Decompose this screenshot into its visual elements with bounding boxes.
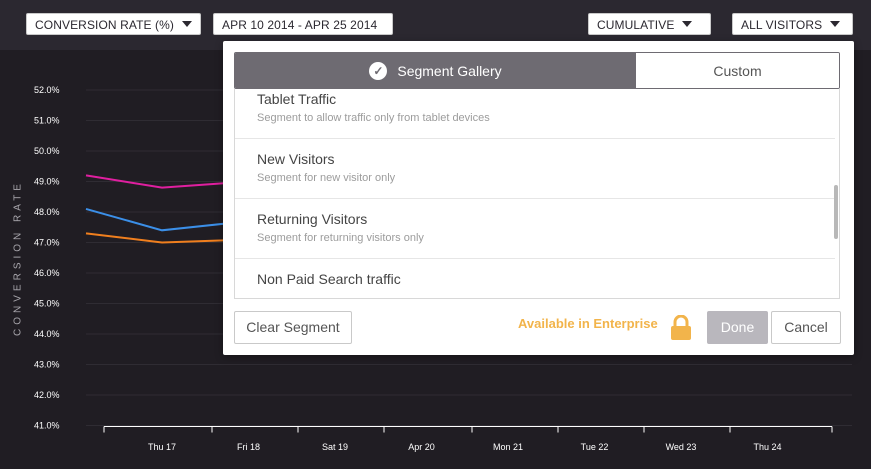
x-tick-label: Thu 24 — [753, 442, 781, 452]
x-tick-label: Thu 17 — [148, 442, 176, 452]
tab-custom[interactable]: Custom — [636, 53, 839, 88]
tab-segment-gallery[interactable]: ✓ Segment Gallery — [235, 53, 636, 88]
segment-item-returning-visitors[interactable]: Returning Visitors Segment for returning… — [235, 199, 835, 259]
y-tick-label: 46.0% — [34, 268, 60, 278]
y-tick-label: 42.0% — [34, 390, 60, 400]
x-tick-label: Fri 18 — [237, 442, 260, 452]
segment-item-new-visitors[interactable]: New Visitors Segment for new visitor onl… — [235, 139, 835, 199]
x-tick-label: Sat 19 — [322, 442, 348, 452]
y-tick-label: 50.0% — [34, 146, 60, 156]
segment-list-scrollbar[interactable] — [834, 185, 838, 239]
segment-item-non-paid-search[interactable]: Non Paid Search traffic — [235, 259, 835, 298]
tab-segment-gallery-label: Segment Gallery — [397, 62, 502, 79]
segment-description: Segment for returning visitors only — [257, 232, 424, 244]
clear-segment-button[interactable]: Clear Segment — [234, 311, 352, 344]
y-tick-label: 52.0% — [34, 85, 60, 95]
cancel-label: Cancel — [784, 319, 828, 335]
x-tick-label: Tue 22 — [581, 442, 609, 452]
lock-icon — [671, 315, 691, 340]
y-tick-label: 43.0% — [34, 360, 60, 370]
segment-title: New Visitors — [257, 151, 335, 167]
y-tick-label: 45.0% — [34, 299, 60, 309]
done-button[interactable]: Done — [707, 311, 768, 344]
tab-custom-label: Custom — [713, 62, 762, 79]
enterprise-notice: Available in Enterprise — [518, 316, 658, 331]
done-label: Done — [720, 319, 755, 335]
y-tick-label: 44.0% — [34, 329, 60, 339]
y-tick-label: 49.0% — [34, 177, 60, 187]
segment-modal: ✓ Segment Gallery Custom Tablet Traffic … — [223, 41, 854, 355]
x-tick-label: Apr 20 — [408, 442, 435, 452]
segment-item-tablet-traffic[interactable]: Tablet Traffic Segment to allow traffic … — [235, 89, 835, 139]
y-tick-label: 41.0% — [34, 421, 60, 431]
segment-list[interactable]: Tablet Traffic Segment to allow traffic … — [234, 89, 840, 299]
clear-segment-label: Clear Segment — [246, 319, 340, 335]
cancel-button[interactable]: Cancel — [771, 311, 841, 344]
segment-title: Returning Visitors — [257, 211, 368, 227]
segment-description: Segment for new visitor only — [257, 172, 396, 184]
segment-tabs: ✓ Segment Gallery Custom — [234, 52, 840, 89]
y-tick-label: 51.0% — [34, 116, 60, 126]
y-tick-label: 47.0% — [34, 238, 60, 248]
x-tick-label: Wed 23 — [666, 442, 697, 452]
segment-title: Non Paid Search traffic — [257, 271, 401, 287]
segment-title: Tablet Traffic — [257, 91, 337, 107]
y-tick-label: 48.0% — [34, 207, 60, 217]
check-circle-icon: ✓ — [369, 61, 388, 80]
x-tick-label: Mon 21 — [493, 442, 523, 452]
segment-description: Segment to allow traffic only from table… — [257, 112, 490, 124]
